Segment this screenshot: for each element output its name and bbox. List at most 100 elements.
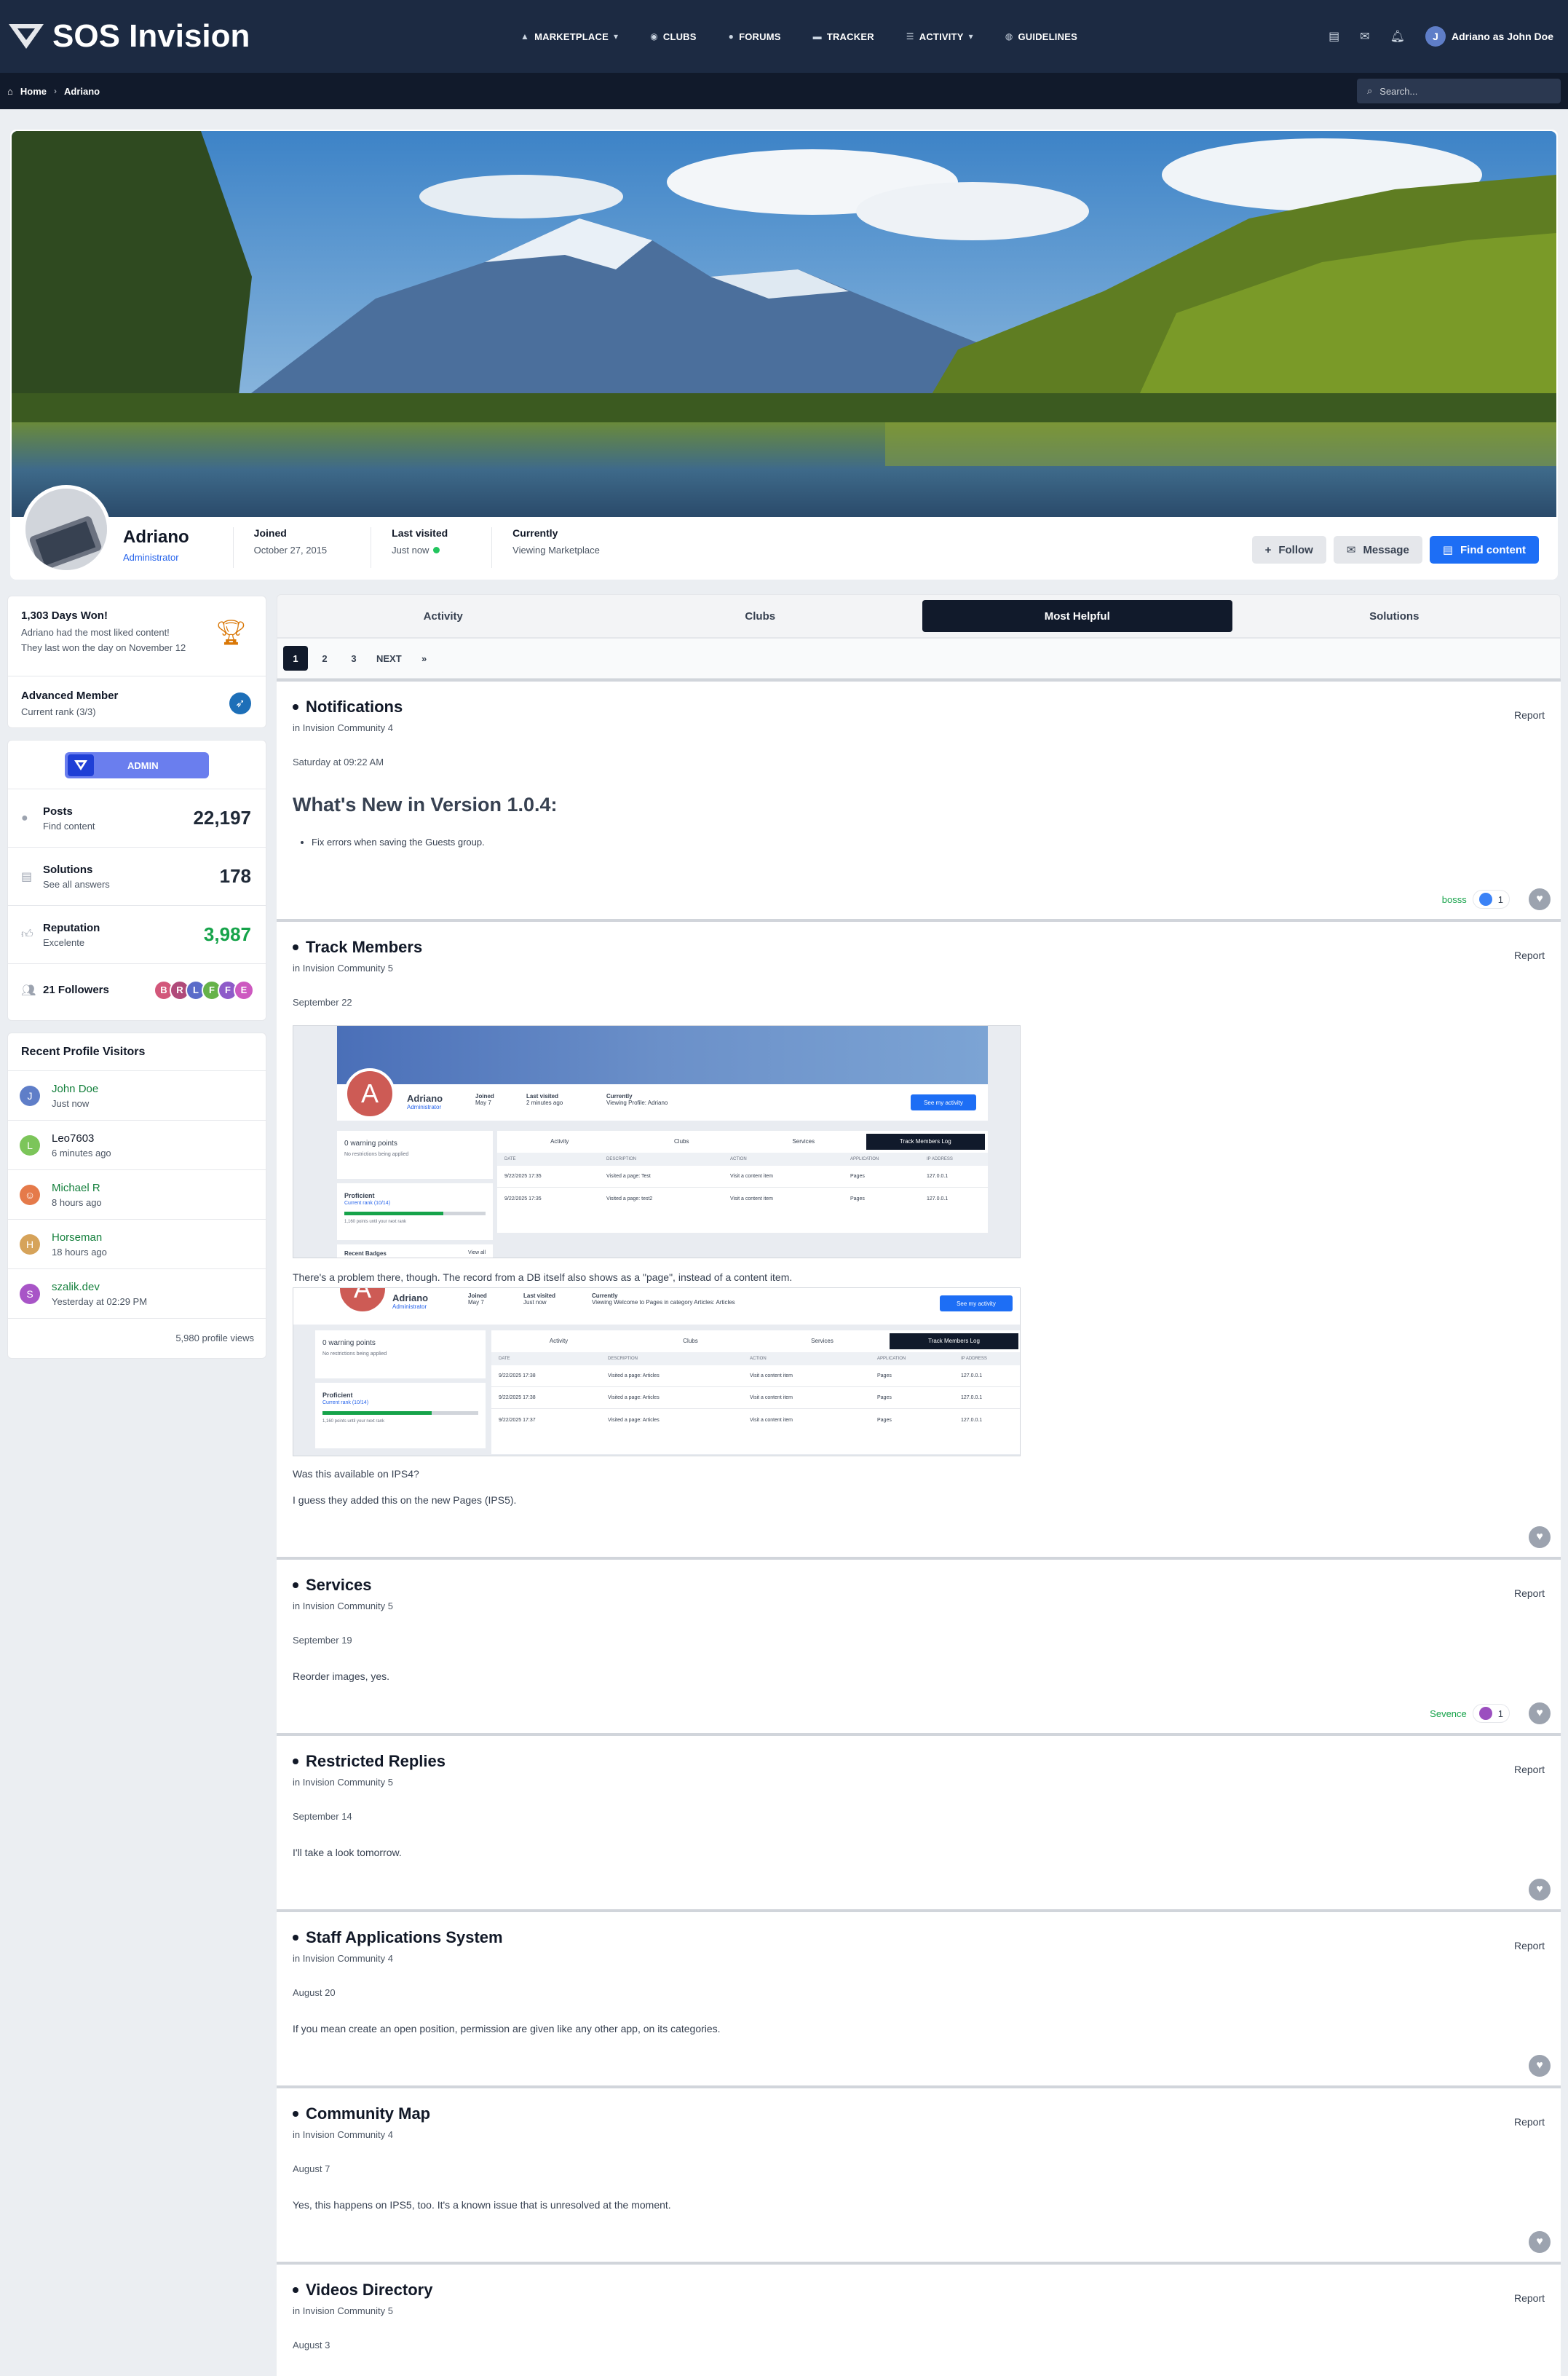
avatar[interactable]: E: [234, 979, 254, 1000]
visitor-item[interactable]: H Horseman 18 hours ago: [8, 1220, 266, 1269]
tab-activity[interactable]: Activity: [288, 600, 598, 632]
avatar: H: [20, 1234, 40, 1255]
report-link[interactable]: Report: [1514, 950, 1545, 961]
reaction-icon: [1478, 1707, 1492, 1720]
logo-icon: [9, 24, 44, 49]
post-title[interactable]: Track Members: [306, 938, 422, 957]
search-input[interactable]: ⌕ Search...: [1357, 79, 1561, 103]
post-location[interactable]: in Invision Community 4: [293, 1953, 1545, 1964]
post-location[interactable]: in Invision Community 4: [293, 722, 1545, 733]
breadcrumb-current[interactable]: Adriano: [64, 86, 100, 97]
visitor-item[interactable]: ☺ Michael R8 hours ago: [8, 1170, 266, 1220]
profile-avatar[interactable]: [22, 485, 111, 574]
report-link[interactable]: Report: [1514, 1940, 1545, 1951]
nav-tracker[interactable]: ▬ TRACKER: [813, 31, 874, 42]
post-date: September 14: [293, 1811, 352, 1822]
marketplace-icon: ▲: [520, 31, 530, 42]
plus-icon: +: [1264, 543, 1272, 556]
nav-guidelines[interactable]: ◍ GUIDELINES: [1005, 31, 1077, 42]
reactions[interactable]: Sevence 1: [1430, 1704, 1510, 1723]
posts-stat[interactable]: ● Posts Find content 22,197: [8, 789, 266, 847]
post-item: Community Map in Invision Community 4 Au…: [277, 2085, 1561, 2262]
report-link[interactable]: Report: [1514, 1764, 1545, 1775]
nav-forums[interactable]: ● FORUMS: [729, 31, 781, 42]
tab-solutions[interactable]: Solutions: [1240, 600, 1550, 632]
post-location[interactable]: in Invision Community 5: [293, 1601, 1545, 1611]
tab-most-helpful[interactable]: Most Helpful: [922, 600, 1232, 632]
post-title[interactable]: Community Map: [306, 2104, 430, 2123]
rank-badge-icon: ➶: [229, 692, 251, 714]
main-nav: ▲ MARKETPLACE ▾ ◉ CLUBS ● FORUMS ▬ TRACKER ☰ A…: [520, 31, 1077, 42]
report-link[interactable]: Report: [1514, 1587, 1545, 1599]
bullet-icon: [293, 1582, 298, 1588]
chevron-down-icon: ▾: [613, 31, 619, 42]
report-link[interactable]: Report: [1514, 2116, 1545, 2128]
profile-stats-card: ADMIN ● Posts Find content 22,197 ▤ Solut…: [7, 740, 266, 1021]
tab-clubs[interactable]: Clubs: [606, 600, 916, 632]
post-location[interactable]: in Invision Community 4: [293, 2129, 1545, 2140]
page-2[interactable]: 2: [312, 646, 337, 671]
visitor-item[interactable]: S szalik.dev Yesterday at 02:29 PM: [8, 1269, 266, 1319]
post-text: Was this available on IPS4?: [293, 1468, 419, 1480]
logo-text: SOS Invision: [52, 18, 250, 54]
heart-icon[interactable]: ♥: [1529, 2055, 1551, 2077]
user-name: Adriano as John Doe: [1451, 31, 1553, 42]
visitor-item[interactable]: J John Doe Just now: [8, 1071, 266, 1121]
find-content-button[interactable]: ▤ Find content: [1429, 536, 1539, 564]
visitor-item[interactable]: L Leo7603 6 minutes ago: [8, 1121, 266, 1170]
next-page-button[interactable]: NEXT: [371, 646, 408, 671]
message-button[interactable]: ✉ Message: [1333, 536, 1422, 564]
followers-row[interactable]: 👥︎ 21 Followers B R L F F E: [8, 963, 266, 1016]
post-body: Reorder images, yes.: [293, 1670, 390, 1682]
heart-icon[interactable]: ♥: [1529, 888, 1551, 910]
page-1[interactable]: 1: [283, 646, 308, 671]
page-3[interactable]: 3: [341, 646, 366, 671]
heart-icon[interactable]: ♥: [1529, 1526, 1551, 1548]
post-title[interactable]: Services: [306, 1576, 372, 1595]
post-title[interactable]: Notifications: [306, 698, 403, 717]
bullet-icon: [293, 2287, 298, 2293]
report-link[interactable]: Report: [1514, 709, 1545, 721]
nav-clubs[interactable]: ◉ CLUBS: [650, 31, 696, 42]
trophy-icon: 🏆︎: [215, 619, 247, 647]
post-title[interactable]: Videos Directory: [306, 2281, 432, 2300]
post-bullet: Fix errors when saving the Guests group.: [312, 837, 1545, 848]
site-logo[interactable]: SOS Invision: [7, 18, 502, 55]
header-user-area: ▤ ✉ 🔔︎ J Adriano as John Doe: [1329, 0, 1553, 73]
post-item: Staff Applications System in Invision Co…: [277, 1909, 1561, 2085]
heart-icon[interactable]: ♥: [1529, 1702, 1551, 1724]
guidelines-icon: ◍: [1005, 31, 1013, 42]
heart-icon[interactable]: ♥: [1529, 1879, 1551, 1901]
search-placeholder: Search...: [1379, 85, 1418, 97]
solutions-stat[interactable]: ▤ Solutions See all answers 178: [8, 847, 266, 905]
nav-activity[interactable]: ☰ ACTIVITY ▾: [906, 31, 973, 42]
document-icon[interactable]: ▤: [1329, 29, 1339, 44]
bullet-icon: [293, 2111, 298, 2117]
profile-role[interactable]: Administrator: [123, 552, 189, 563]
home-icon[interactable]: ⌂: [7, 86, 13, 97]
last-page-button[interactable]: »: [412, 646, 437, 671]
nav-marketplace[interactable]: ▲ MARKETPLACE ▾: [520, 31, 618, 42]
reactions[interactable]: bosss 1: [1442, 890, 1510, 909]
follow-button[interactable]: + Follow: [1251, 536, 1326, 564]
report-link[interactable]: Report: [1514, 2292, 1545, 2304]
post-title[interactable]: Restricted Replies: [306, 1752, 446, 1771]
post-location[interactable]: in Invision Community 5: [293, 1777, 1545, 1788]
post-title[interactable]: Staff Applications System: [306, 1928, 503, 1947]
notifications-bell-icon[interactable]: 🔔︎: [1390, 29, 1405, 44]
avatar: J: [1425, 26, 1446, 47]
messages-icon[interactable]: ✉: [1360, 29, 1369, 44]
profile-actions: + Follow ✉ Message ▤ Find content: [1251, 536, 1539, 564]
embedded-screenshot: A Adriano Administrator Joined May 7 Last …: [293, 1025, 1021, 1258]
post-item: Services in Invision Community 5 Septemb…: [277, 1557, 1561, 1733]
post-location[interactable]: in Invision Community 5: [293, 2305, 1545, 2316]
post-date: September 22: [293, 997, 352, 1008]
breadcrumb-home[interactable]: Home: [20, 86, 47, 97]
post-date: August 20: [293, 1987, 336, 1998]
heart-icon[interactable]: ♥: [1529, 2231, 1551, 2253]
post-date: Saturday at 09:22 AM: [293, 757, 384, 767]
post-location[interactable]: in Invision Community 5: [293, 963, 1545, 974]
pagination: 1 2 3 NEXT »: [277, 638, 1561, 679]
post-item: Videos Directory in Invision Community 5…: [277, 2262, 1561, 2376]
user-menu[interactable]: J Adriano as John Doe: [1425, 26, 1553, 47]
